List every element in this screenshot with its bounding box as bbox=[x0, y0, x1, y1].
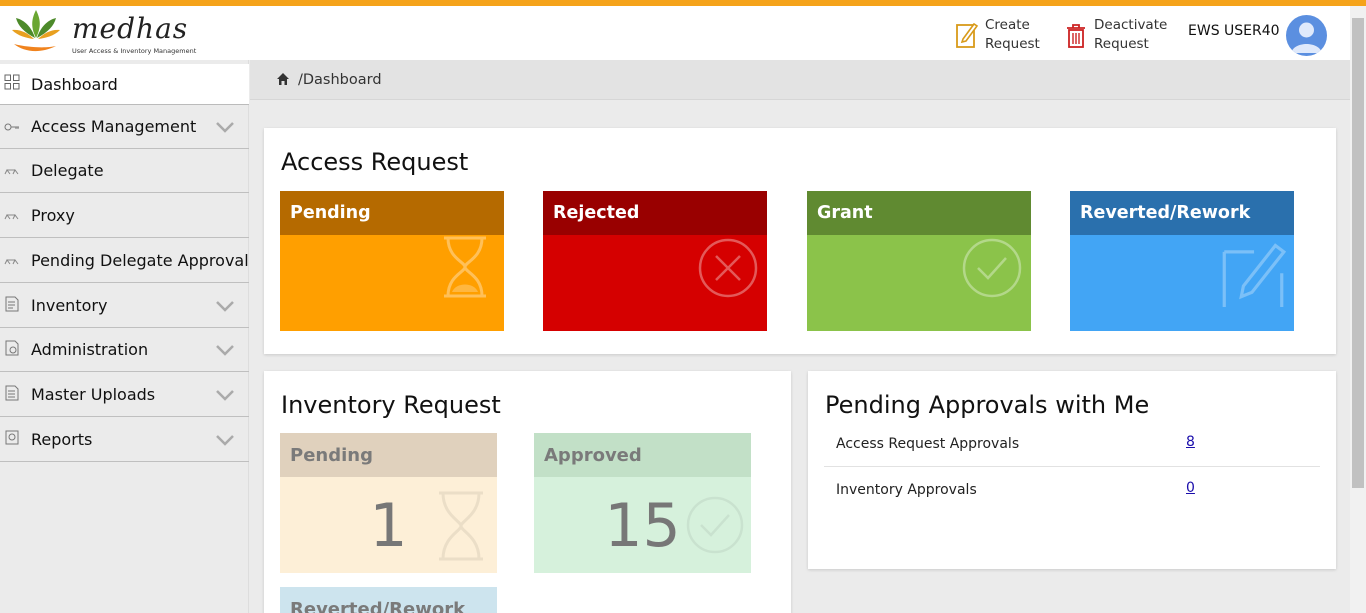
sidebar: Dashboard Access Management Delegate Pro… bbox=[0, 60, 249, 613]
inventory-approved-card[interactable]: Approved 15 bbox=[534, 433, 751, 573]
sidebar-item-label: Reports bbox=[31, 430, 93, 449]
sidebar-item-reports[interactable]: Reports bbox=[0, 418, 249, 462]
check-circle-icon bbox=[686, 496, 744, 554]
inventory-request-title: Inventory Request bbox=[281, 391, 501, 419]
page-scrollbar[interactable] bbox=[1350, 6, 1366, 613]
edit-icon bbox=[1222, 243, 1286, 307]
approval-label: Inventory Approvals bbox=[836, 482, 977, 498]
deactivate-request-label-line1: Deactivate bbox=[1094, 17, 1168, 33]
card-header: Grant bbox=[807, 191, 1031, 235]
access-request-title: Access Request bbox=[281, 148, 469, 176]
user-avatar[interactable] bbox=[1286, 15, 1327, 56]
breadcrumb: /Dashboard bbox=[250, 60, 1350, 100]
card-header: Approved bbox=[534, 433, 751, 477]
x-circle-icon bbox=[698, 238, 758, 298]
admin-icon bbox=[5, 340, 19, 356]
sidebar-item-label: Administration bbox=[31, 340, 149, 359]
sidebar-item-label: Dashboard bbox=[31, 74, 118, 94]
upload-doc-icon bbox=[5, 385, 19, 401]
sidebar-item-administration[interactable]: Administration bbox=[0, 328, 249, 372]
sidebar-item-dashboard[interactable]: Dashboard bbox=[0, 64, 249, 105]
hourglass-icon bbox=[439, 491, 483, 561]
sidebar-item-label: Master Uploads bbox=[31, 385, 156, 404]
access-grant-card[interactable]: Grant bbox=[807, 191, 1031, 331]
card-header: Pending bbox=[280, 191, 504, 235]
sidebar-item-proxy[interactable]: Proxy bbox=[0, 194, 249, 238]
access-approvals-count-link[interactable]: 8 bbox=[1186, 434, 1195, 450]
sidebar-item-label: Proxy bbox=[31, 206, 75, 225]
chevron-down-icon[interactable] bbox=[215, 344, 235, 356]
approval-row-access: Access Request Approvals 8 bbox=[824, 421, 1320, 467]
sidebar-item-inventory[interactable]: Inventory bbox=[0, 284, 249, 328]
scrollbar-thumb[interactable] bbox=[1352, 18, 1364, 488]
sidebar-item-label: Access Management bbox=[31, 117, 197, 136]
create-request-label-line2: Request bbox=[985, 36, 1040, 52]
people-icon bbox=[4, 214, 19, 220]
pending-approvals-panel: Pending Approvals with Me Access Request… bbox=[808, 371, 1336, 569]
sidebar-item-access-management[interactable]: Access Management bbox=[0, 105, 249, 149]
logo-icon bbox=[12, 10, 60, 52]
people-icon bbox=[4, 169, 19, 175]
sidebar-item-label: Delegate bbox=[31, 161, 104, 180]
home-icon[interactable] bbox=[276, 72, 290, 86]
sidebar-item-label: Pending Delegate Approval bbox=[31, 251, 249, 270]
hourglass-icon bbox=[444, 236, 486, 298]
sidebar-item-pending-delegate-approval[interactable]: Pending Delegate Approval bbox=[0, 239, 249, 283]
breadcrumb-text[interactable]: /Dashboard bbox=[298, 72, 382, 88]
user-avatar-icon bbox=[1291, 22, 1322, 53]
access-request-panel: Access Request Pending Rejected Grant Re… bbox=[264, 128, 1336, 354]
deactivate-request-label-line2: Request bbox=[1094, 36, 1149, 52]
pending-approvals-title: Pending Approvals with Me bbox=[825, 391, 1150, 419]
chevron-down-icon[interactable] bbox=[215, 121, 235, 133]
app-header: medhas User Access & Inventory Managemen… bbox=[0, 6, 1350, 60]
access-pending-card[interactable]: Pending bbox=[280, 191, 504, 331]
card-header: Pending bbox=[280, 433, 497, 477]
inventory-reverted-rework-card[interactable]: Reverted/Rework bbox=[280, 587, 497, 613]
main-content: /Dashboard Access Request Pending Reject… bbox=[250, 60, 1350, 613]
document-icon bbox=[5, 296, 19, 312]
people-icon bbox=[4, 259, 19, 265]
logo-subtitle: User Access & Inventory Management bbox=[72, 47, 197, 55]
approval-label: Access Request Approvals bbox=[836, 435, 1020, 452]
access-rejected-card[interactable]: Rejected bbox=[543, 191, 767, 331]
inventory-request-panel: Inventory Request Pending 1 Approved 15 … bbox=[264, 371, 791, 613]
user-name[interactable]: EWS USER40 bbox=[1188, 23, 1280, 39]
access-reverted-rework-card[interactable]: Reverted/Rework bbox=[1070, 191, 1294, 331]
deactivate-request-button[interactable]: Deactivate Request bbox=[1064, 15, 1167, 55]
sidebar-item-delegate[interactable]: Delegate bbox=[0, 149, 249, 193]
report-icon bbox=[5, 430, 19, 445]
create-request-icon bbox=[956, 22, 979, 48]
chevron-down-icon[interactable] bbox=[215, 300, 235, 312]
sidebar-item-label: Inventory bbox=[31, 296, 108, 315]
create-request-button[interactable]: Create Request bbox=[955, 15, 1040, 55]
sidebar-item-master-uploads[interactable]: Master Uploads bbox=[0, 373, 249, 417]
trash-icon bbox=[1067, 24, 1085, 48]
inventory-pending-card[interactable]: Pending 1 bbox=[280, 433, 497, 573]
medhas-logo[interactable]: medhas User Access & Inventory Managemen… bbox=[10, 8, 196, 58]
card-header: Reverted/Rework bbox=[280, 587, 497, 613]
inventory-approvals-count-link[interactable]: 0 bbox=[1186, 480, 1195, 496]
logo-wordmark: medhas bbox=[72, 12, 189, 45]
check-circle-icon bbox=[962, 238, 1022, 298]
chevron-down-icon[interactable] bbox=[215, 389, 235, 401]
grid-icon bbox=[4, 74, 20, 90]
create-request-label-line1: Create bbox=[985, 17, 1030, 33]
key-icon bbox=[4, 123, 19, 131]
approval-row-inventory: Inventory Approvals 0 bbox=[824, 467, 1320, 513]
card-header: Reverted/Rework bbox=[1070, 191, 1294, 235]
card-header: Rejected bbox=[543, 191, 767, 235]
chevron-down-icon[interactable] bbox=[215, 434, 235, 446]
